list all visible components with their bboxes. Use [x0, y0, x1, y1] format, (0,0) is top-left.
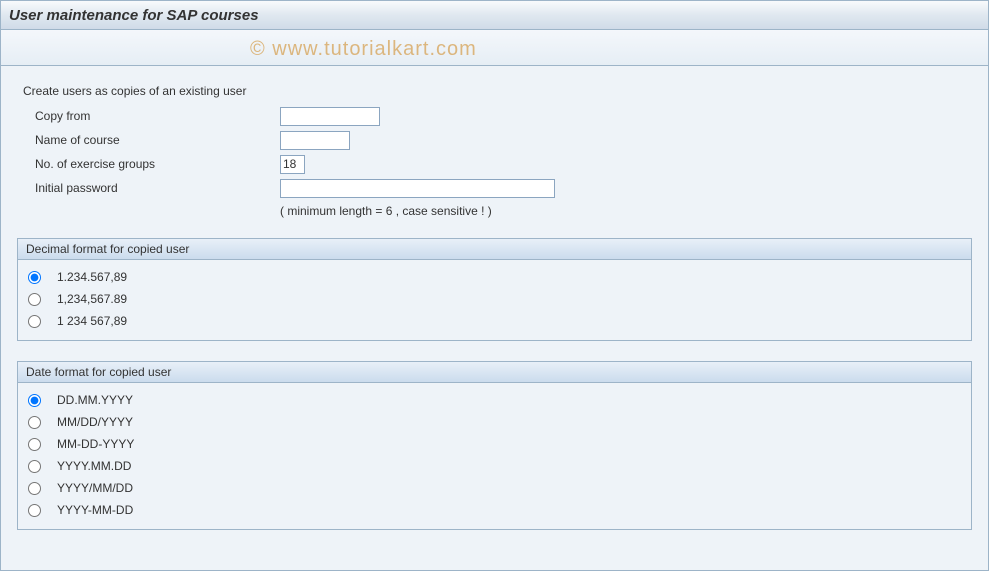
title-bar: User maintenance for SAP courses: [0, 0, 989, 30]
date-radio[interactable]: [28, 504, 41, 517]
decimal-label: 1.234.567,89: [57, 270, 127, 284]
input-groups[interactable]: [280, 155, 305, 174]
decimal-option: 1.234.567,89: [26, 266, 963, 288]
date-label: MM/DD/YYYY: [57, 415, 133, 429]
row-course: Name of course: [17, 128, 972, 152]
content-area: Create users as copies of an existing us…: [0, 66, 989, 571]
date-option: MM-DD-YYYY: [26, 433, 963, 455]
date-label: MM-DD-YYYY: [57, 437, 134, 451]
date-option: YYYY.MM.DD: [26, 455, 963, 477]
group-decimal-body: 1.234.567,89 1,234,567.89 1 234 567,89: [18, 260, 971, 340]
password-hint: ( minimum length = 6 , case sensitive ! …: [17, 204, 972, 218]
date-option: YYYY-MM-DD: [26, 499, 963, 521]
label-groups: No. of exercise groups: [35, 157, 280, 171]
decimal-radio[interactable]: [28, 315, 41, 328]
date-option: MM/DD/YYYY: [26, 411, 963, 433]
label-copy-from: Copy from: [35, 109, 280, 123]
input-course[interactable]: [280, 131, 350, 150]
decimal-label: 1,234,567.89: [57, 292, 127, 306]
input-copy-from[interactable]: [280, 107, 380, 126]
page-title: User maintenance for SAP courses: [9, 7, 259, 24]
decimal-radio[interactable]: [28, 293, 41, 306]
date-radio[interactable]: [28, 416, 41, 429]
group-decimal-header: Decimal format for copied user: [18, 239, 971, 260]
group-date-format: Date format for copied user DD.MM.YYYY MM…: [17, 361, 972, 530]
label-password: Initial password: [35, 181, 280, 195]
group-date-header: Date format for copied user: [18, 362, 971, 383]
date-label: DD.MM.YYYY: [57, 393, 133, 407]
date-radio[interactable]: [28, 460, 41, 473]
decimal-radio[interactable]: [28, 271, 41, 284]
row-copy-from: Copy from: [17, 104, 972, 128]
date-radio[interactable]: [28, 482, 41, 495]
decimal-option: 1,234,567.89: [26, 288, 963, 310]
date-option: DD.MM.YYYY: [26, 389, 963, 411]
date-label: YYYY.MM.DD: [57, 459, 131, 473]
date-radio[interactable]: [28, 438, 41, 451]
label-course: Name of course: [35, 133, 280, 147]
date-label: YYYY/MM/DD: [57, 481, 133, 495]
toolbar: [0, 30, 989, 66]
group-decimal-format: Decimal format for copied user 1.234.567…: [17, 238, 972, 341]
date-radio[interactable]: [28, 394, 41, 407]
group-date-body: DD.MM.YYYY MM/DD/YYYY MM-DD-YYYY YYYY.MM.DD…: [18, 383, 971, 529]
row-password: Initial password: [17, 176, 972, 200]
input-password[interactable]: [280, 179, 555, 198]
form-intro: Create users as copies of an existing us…: [17, 84, 972, 98]
date-option: YYYY/MM/DD: [26, 477, 963, 499]
row-groups: No. of exercise groups: [17, 152, 972, 176]
date-label: YYYY-MM-DD: [57, 503, 133, 517]
decimal-option: 1 234 567,89: [26, 310, 963, 332]
decimal-label: 1 234 567,89: [57, 314, 127, 328]
